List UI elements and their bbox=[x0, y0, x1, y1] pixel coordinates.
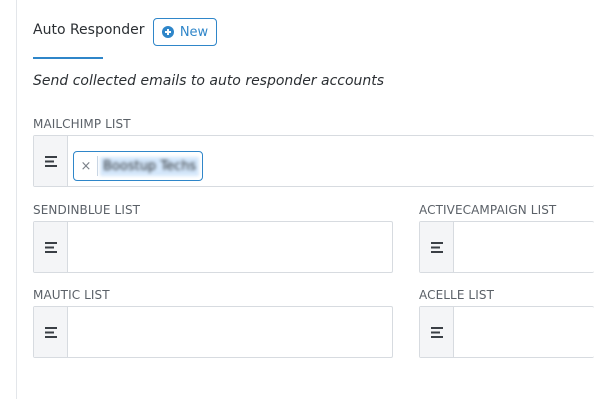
acelle-list-handle bbox=[420, 307, 454, 357]
mautic-list-label: MAUTIC LIST bbox=[33, 288, 110, 302]
mautic-list-handle bbox=[34, 307, 68, 357]
activecampaign-list-input[interactable] bbox=[454, 222, 594, 272]
activecampaign-list-handle bbox=[420, 222, 454, 272]
align-left-icon bbox=[44, 241, 57, 253]
tag-label: Boostup Techs bbox=[100, 156, 200, 176]
mailchimp-list-handle bbox=[34, 136, 68, 186]
section-title: Auto Responder bbox=[33, 22, 145, 38]
panel-divider bbox=[16, 0, 17, 399]
tag-separator bbox=[97, 156, 98, 176]
mautic-list-select[interactable] bbox=[33, 306, 393, 358]
new-button[interactable]: New bbox=[153, 18, 217, 46]
acelle-list-input[interactable] bbox=[454, 307, 594, 357]
sendinblue-list-select[interactable] bbox=[33, 221, 393, 273]
auto-responder-panel: Auto Responder New Send collected emails… bbox=[0, 0, 594, 399]
sendinblue-list-label: SENDINBLUE LIST bbox=[33, 203, 141, 217]
acelle-list-select[interactable] bbox=[419, 306, 594, 358]
mailchimp-list-input[interactable]: × Boostup Techs bbox=[68, 136, 594, 186]
new-button-label: New bbox=[179, 24, 209, 40]
close-icon[interactable]: × bbox=[80, 159, 92, 174]
align-left-icon bbox=[44, 155, 57, 167]
activecampaign-list-label: ACTIVECAMPAIGN LIST bbox=[419, 203, 557, 217]
acelle-list-label: ACELLE LIST bbox=[419, 288, 494, 302]
align-left-icon bbox=[44, 326, 57, 338]
activecampaign-list-select[interactable] bbox=[419, 221, 594, 273]
plus-circle-icon bbox=[161, 26, 174, 38]
align-left-icon bbox=[430, 241, 443, 253]
mautic-list-input[interactable] bbox=[68, 307, 392, 357]
selected-list-tag: × Boostup Techs bbox=[73, 151, 203, 181]
sendinblue-list-handle bbox=[34, 222, 68, 272]
section-description: Send collected emails to auto responder … bbox=[33, 73, 385, 89]
mailchimp-list-select[interactable]: × Boostup Techs bbox=[33, 135, 594, 187]
align-left-icon bbox=[430, 326, 443, 338]
active-tab-indicator bbox=[33, 57, 103, 59]
sendinblue-list-input[interactable] bbox=[68, 222, 392, 272]
mailchimp-list-label: MAILCHIMP LIST bbox=[33, 117, 131, 131]
